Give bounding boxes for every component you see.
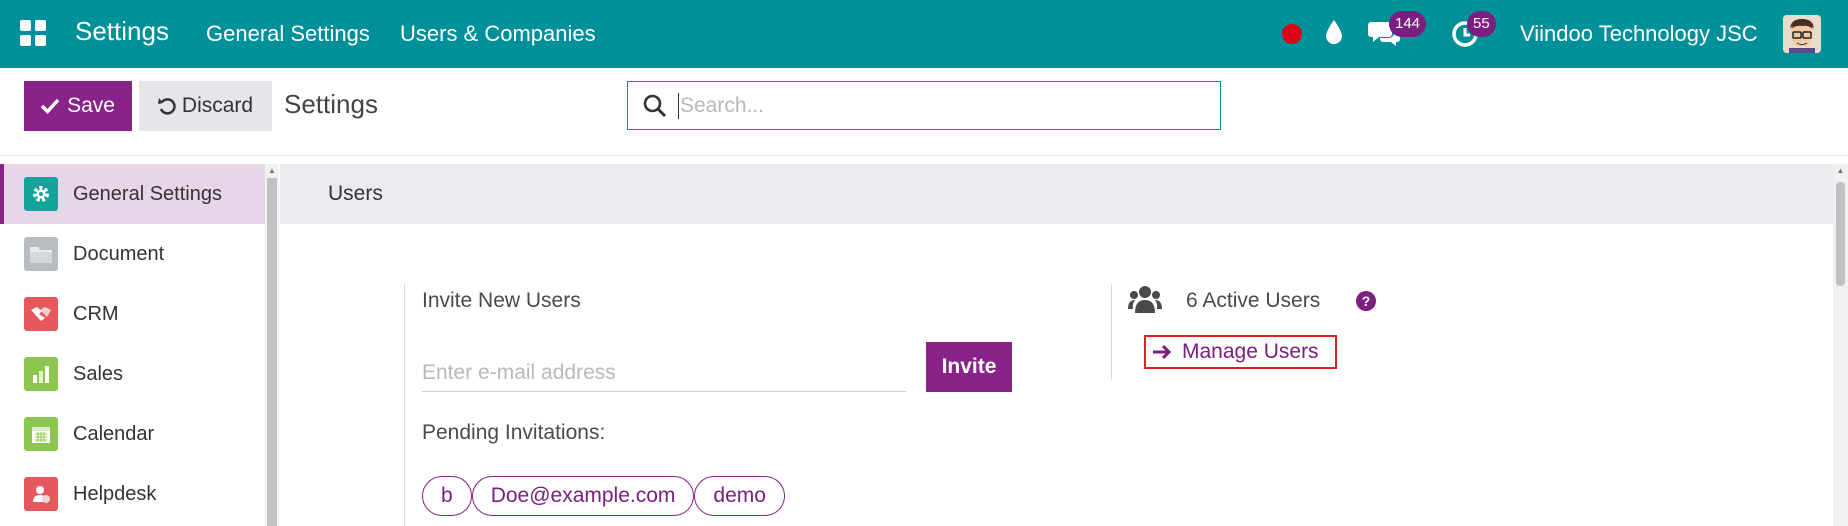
content-scrollbar[interactable]: ▲ <box>1833 164 1848 526</box>
section-header: Users <box>280 164 1833 224</box>
pending-invitation-chip[interactable]: Doe@example.com <box>471 476 695 516</box>
discard-button-label: Discard <box>181 94 254 117</box>
chat-count-badge: 144 <box>1389 11 1427 37</box>
sidebar-item-label: Calendar <box>73 422 155 445</box>
sidebar-item-document[interactable]: Document <box>0 224 265 284</box>
invite-button[interactable]: Invite <box>926 342 1012 392</box>
calendar-icon <box>24 417 58 451</box>
helpdesk-icon <box>24 477 58 511</box>
save-button[interactable]: Save <box>24 81 132 131</box>
invite-title: Invite New Users <box>422 289 581 312</box>
handshake-icon <box>24 297 58 331</box>
scrollbar-thumb[interactable] <box>1836 182 1845 286</box>
scroll-up-arrow[interactable]: ▲ <box>265 166 279 176</box>
arrow-right-icon <box>1153 344 1172 360</box>
folder-icon <box>24 237 58 271</box>
pending-invitation-chip[interactable]: demo <box>694 476 785 516</box>
avatar[interactable] <box>1783 15 1821 53</box>
scroll-up-arrow[interactable]: ▲ <box>1833 166 1848 176</box>
recording-dot-icon[interactable] <box>1282 24 1302 44</box>
divider <box>404 284 405 526</box>
page-title: Settings <box>284 89 378 119</box>
menu-users-companies[interactable]: Users & Companies <box>400 21 596 47</box>
sidebar-item-crm[interactable]: CRM <box>0 284 265 344</box>
sidebar-item-calendar[interactable]: Calendar <box>0 404 265 464</box>
pending-invitations-label: Pending Invitations: <box>422 421 606 444</box>
sidebar-item-label: Document <box>73 242 165 265</box>
sidebar-item-sales[interactable]: Sales <box>0 344 265 404</box>
manage-users-label: Manage Users <box>1182 340 1319 363</box>
help-icon[interactable]: ? <box>1356 291 1376 311</box>
top-navbar: Settings General Settings Users & Compan… <box>0 0 1848 68</box>
sidebar-item-label: Sales <box>73 362 124 385</box>
sidebar-item-helpdesk[interactable]: Helpdesk <box>0 464 265 524</box>
chart-icon <box>24 357 58 391</box>
search-box[interactable] <box>627 81 1221 130</box>
search-input[interactable] <box>680 88 1200 124</box>
control-panel: Save Discard Settings <box>0 68 1848 156</box>
settings-content: Users Invite New Users Invite Pending In… <box>280 164 1833 526</box>
activity-count-badge: 55 <box>1467 11 1496 37</box>
gear-icon <box>24 177 58 211</box>
menu-general-settings[interactable]: General Settings <box>206 21 370 47</box>
save-button-label: Save <box>67 94 115 117</box>
pending-invitation-chip[interactable]: b <box>422 476 472 516</box>
manage-users-link[interactable]: Manage Users <box>1144 335 1337 369</box>
drop-icon[interactable] <box>1324 18 1344 46</box>
users-icon <box>1128 286 1162 313</box>
settings-sidebar: General Settings Document CRM Sales Cale… <box>0 164 265 526</box>
divider <box>1111 284 1112 380</box>
sidebar-item-label: Helpdesk <box>73 482 157 505</box>
undo-icon <box>157 98 176 115</box>
app-title[interactable]: Settings <box>75 16 169 47</box>
email-field[interactable] <box>422 354 906 392</box>
company-switcher[interactable]: Viindoo Technology JSC <box>1520 21 1758 47</box>
apps-grid-icon[interactable] <box>20 20 46 46</box>
sidebar-item-label: General Settings <box>73 182 222 205</box>
check-icon <box>41 98 60 114</box>
text-caret <box>678 93 679 119</box>
discard-button[interactable]: Discard <box>139 81 272 131</box>
active-users-count: 6 Active Users <box>1186 289 1321 312</box>
sidebar-scrollbar[interactable]: ▲ <box>265 164 279 526</box>
section-title: Users <box>328 182 383 205</box>
search-icon <box>643 94 667 118</box>
sidebar-item-general-settings[interactable]: General Settings <box>0 164 265 224</box>
scrollbar-thumb[interactable] <box>267 178 277 526</box>
sidebar-item-label: CRM <box>73 302 119 325</box>
pending-invitations-list: b Doe@example.com demo <box>422 476 785 516</box>
